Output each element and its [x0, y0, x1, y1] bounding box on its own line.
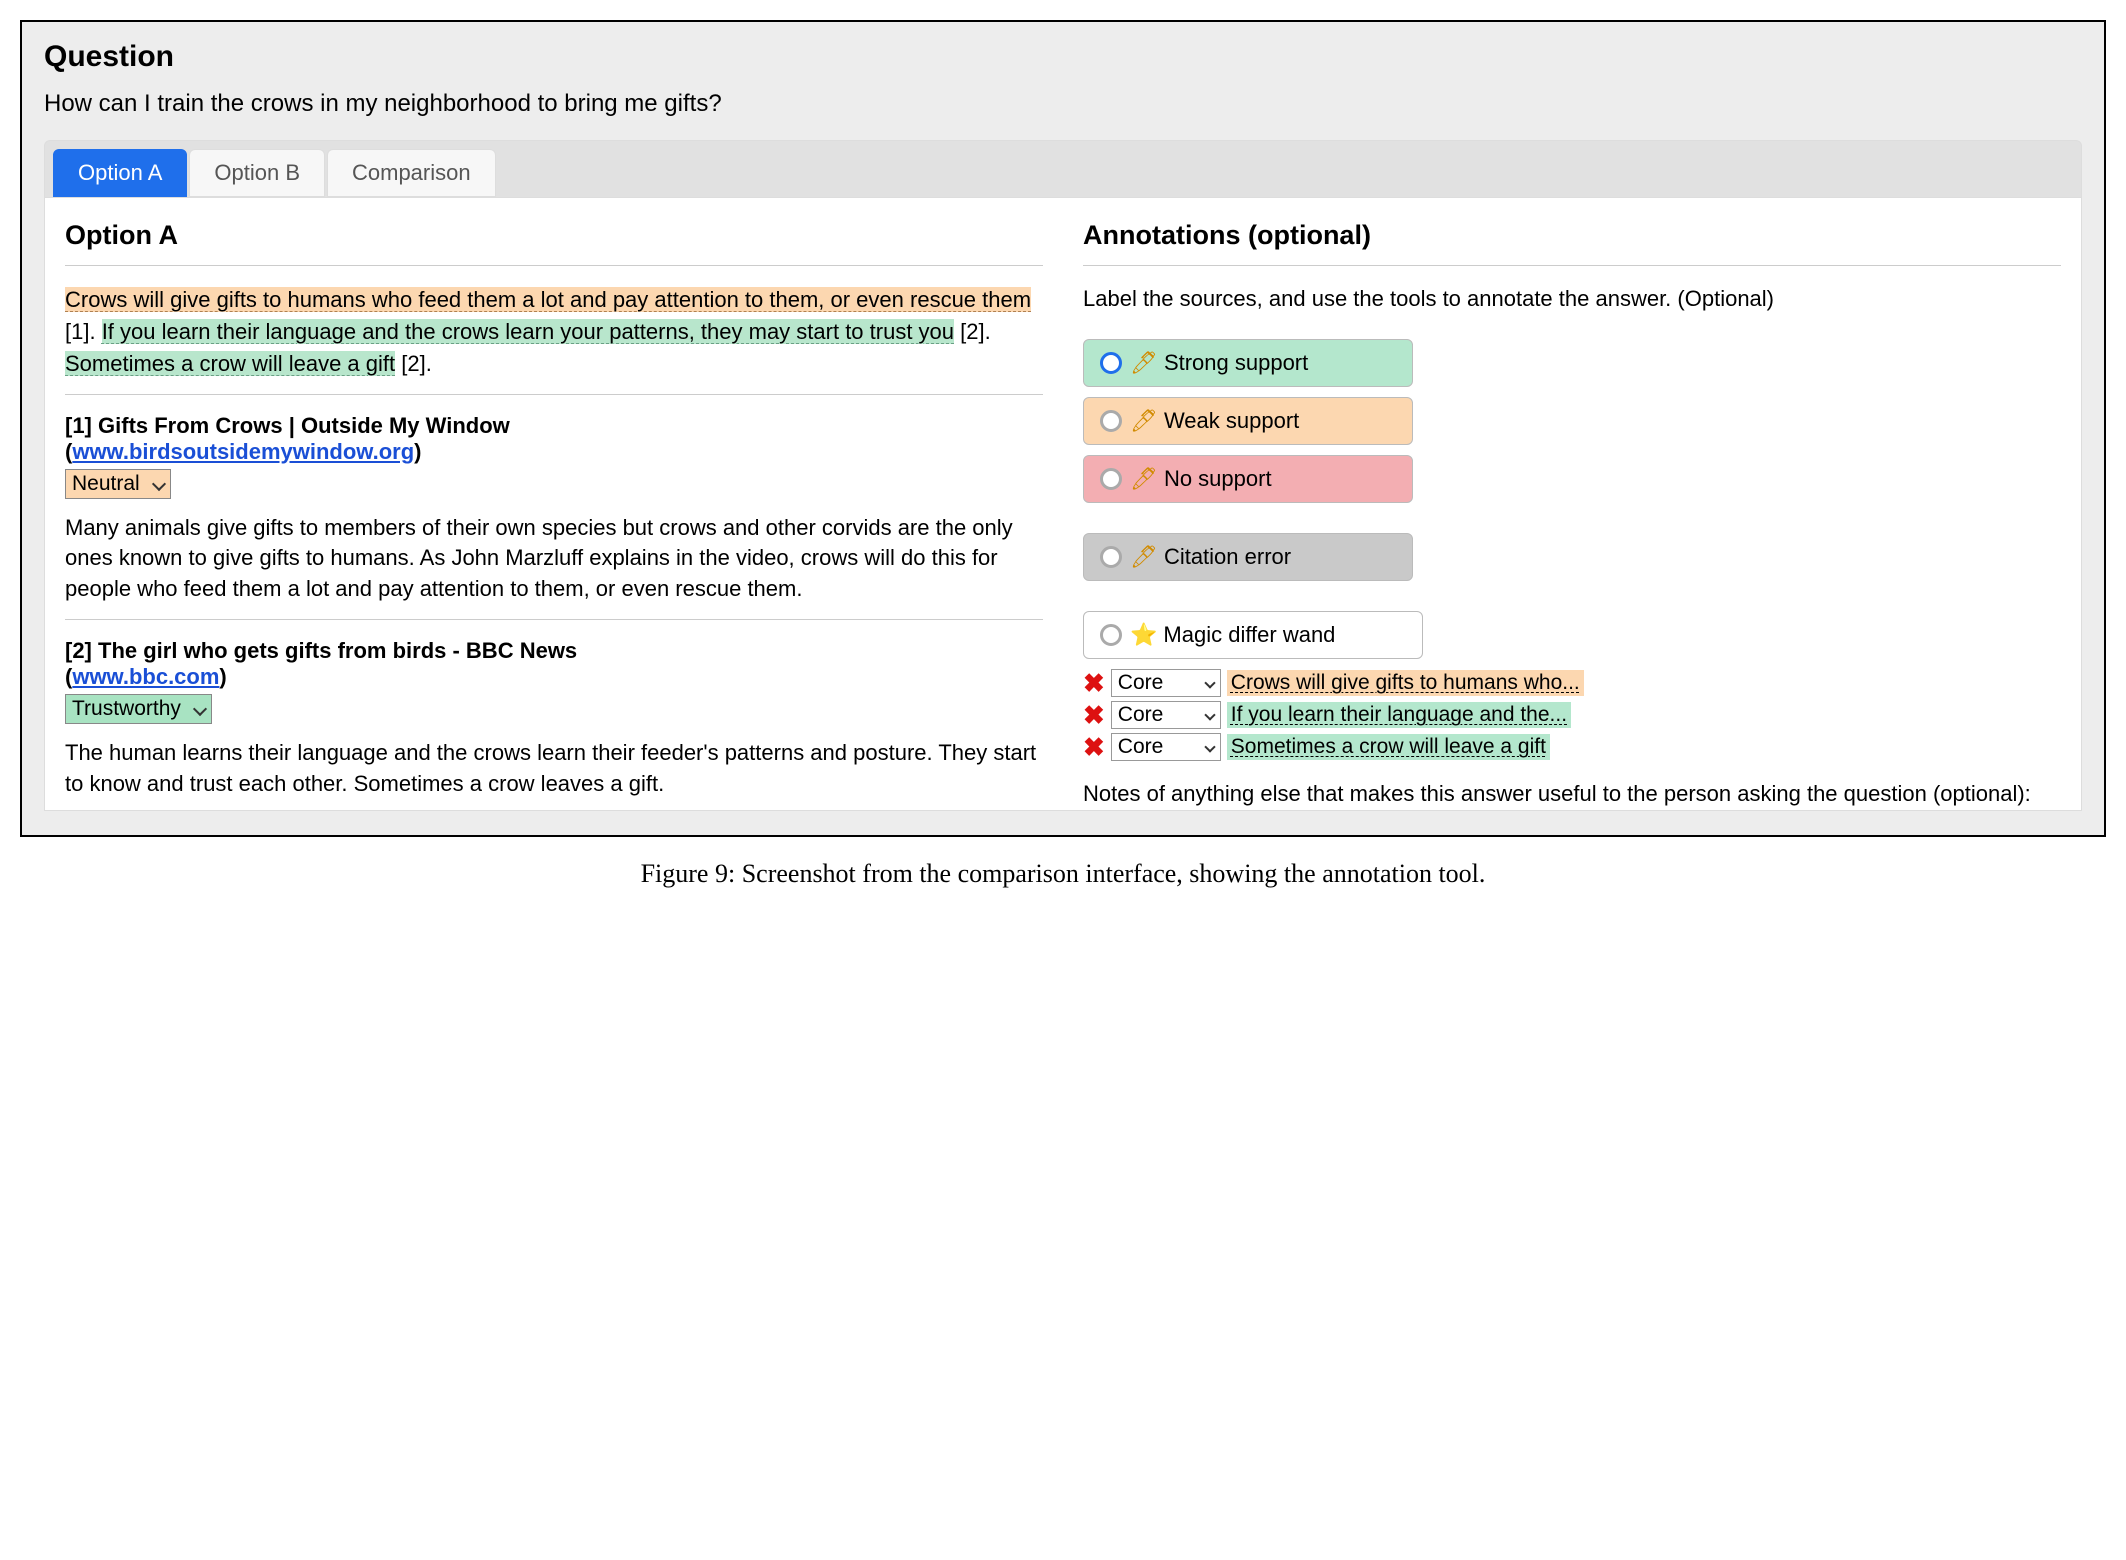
- citation-1-rating-label: Neutral: [72, 472, 140, 496]
- annotation-item-2: ✖ Core If you learn their language and t…: [1083, 701, 2061, 729]
- annotations-description: Label the sources, and use the tools to …: [1083, 284, 2061, 315]
- annotations-column: Annotations (optional) Label the sources…: [1083, 220, 2061, 810]
- annotation-option-strong-support[interactable]: 🖊 Strong support: [1083, 339, 1413, 387]
- citation-1-excerpt: Many animals give gifts to members of th…: [65, 513, 1043, 605]
- notes-label: Notes of anything else that makes this a…: [1083, 779, 2061, 810]
- citation-2-rating-label: Trustworthy: [72, 697, 181, 721]
- answer-segment-3[interactable]: Sometimes a crow will leave a gift: [65, 351, 395, 376]
- radio-icon: [1100, 352, 1122, 374]
- remove-annotation-button[interactable]: ✖: [1083, 670, 1105, 696]
- annotation-item-3: ✖ Core Sometimes a crow will leave a gif…: [1083, 733, 2061, 761]
- paren-close: ): [219, 664, 226, 689]
- radio-icon: [1100, 410, 1122, 432]
- magic-differ-label: Magic differ wand: [1163, 622, 1335, 648]
- citation-1-title: [1] Gifts From Crows | Outside My Window…: [65, 413, 1043, 465]
- citation-1-name: Gifts From Crows | Outside My Window: [98, 413, 510, 438]
- figure-caption: Figure 9: Screenshot from the comparison…: [20, 859, 2106, 889]
- radio-icon: [1100, 468, 1122, 490]
- chevron-down-icon: [193, 702, 207, 716]
- citation-1-link[interactable]: www.birdsoutsidemywindow.org: [72, 439, 414, 464]
- question-text: How can I train the crows in my neighbor…: [44, 90, 2082, 118]
- remove-annotation-button[interactable]: ✖: [1083, 734, 1105, 760]
- tab-option-b[interactable]: Option B: [189, 149, 325, 197]
- annotation-item-1: ✖ Core Crows will give gifts to humans w…: [1083, 669, 2061, 697]
- divider: [65, 265, 1043, 266]
- highlighter-icon: 🖊: [1130, 544, 1158, 570]
- divider: [65, 394, 1043, 395]
- annotation-preview-3[interactable]: Sometimes a crow will leave a gift: [1227, 734, 1550, 760]
- chevron-down-icon: [1204, 709, 1215, 720]
- annotation-type-label: Core: [1118, 671, 1164, 695]
- ref-2: [2].: [954, 319, 991, 344]
- annotation-option-label: Strong support: [1164, 350, 1308, 376]
- annotation-type-label: Core: [1118, 703, 1164, 727]
- answer-segment-2[interactable]: If you learn their language and the crow…: [102, 319, 954, 344]
- tabs-row: Option A Option B Comparison: [53, 149, 2073, 197]
- tab-option-a[interactable]: Option A: [53, 149, 187, 197]
- divider: [1083, 265, 2061, 266]
- star-icon: ⭐: [1130, 622, 1157, 648]
- question-heading: Question: [44, 40, 2082, 74]
- annotations-heading: Annotations (optional): [1083, 220, 2061, 251]
- highlighter-icon: 🖊: [1130, 408, 1158, 434]
- answer-body: Crows will give gifts to humans who feed…: [65, 284, 1043, 380]
- annotation-preview-1[interactable]: Crows will give gifts to humans who...: [1227, 670, 1584, 696]
- annotation-preview-2[interactable]: If you learn their language and the...: [1227, 702, 1571, 728]
- annotation-option-label: No support: [1164, 466, 1272, 492]
- annotation-option-label: Citation error: [1164, 544, 1291, 570]
- radio-icon: [1100, 624, 1122, 646]
- option-a-column: Option A Crows will give gifts to humans…: [65, 220, 1043, 810]
- interface-frame: Question How can I train the crows in my…: [20, 20, 2106, 837]
- annotation-type-label: Core: [1118, 735, 1164, 759]
- citation-2-num: [2]: [65, 638, 92, 663]
- chevron-down-icon: [1204, 741, 1215, 752]
- remove-annotation-button[interactable]: ✖: [1083, 702, 1105, 728]
- citation-2-link[interactable]: www.bbc.com: [72, 664, 219, 689]
- magic-differ-wand-row[interactable]: ⭐ Magic differ wand: [1083, 611, 1423, 659]
- annotation-type-select[interactable]: Core: [1111, 669, 1221, 697]
- citation-1-rating-select[interactable]: Neutral: [65, 469, 171, 499]
- citation-1-num: [1]: [65, 413, 92, 438]
- tabs-container: Option A Option B Comparison: [44, 140, 2082, 198]
- annotation-option-weak-support[interactable]: 🖊 Weak support: [1083, 397, 1413, 445]
- tab-comparison[interactable]: Comparison: [327, 149, 496, 197]
- paren-close: ): [414, 439, 421, 464]
- citation-2-excerpt: The human learns their language and the …: [65, 738, 1043, 800]
- ref-1: [1].: [65, 319, 102, 344]
- chevron-down-icon: [1204, 677, 1215, 688]
- citation-2-name: The girl who gets gifts from birds - BBC…: [98, 638, 577, 663]
- content-area: Option A Crows will give gifts to humans…: [44, 198, 2082, 811]
- radio-icon: [1100, 546, 1122, 568]
- citation-2-rating-select[interactable]: Trustworthy: [65, 694, 212, 724]
- highlighter-icon: 🖊: [1130, 350, 1158, 376]
- citation-2-title: [2] The girl who gets gifts from birds -…: [65, 638, 1043, 690]
- annotation-type-select[interactable]: Core: [1111, 733, 1221, 761]
- ref-3: [2].: [395, 351, 432, 376]
- annotation-option-no-support[interactable]: 🖊 No support: [1083, 455, 1413, 503]
- annotation-option-label: Weak support: [1164, 408, 1299, 434]
- chevron-down-icon: [152, 477, 166, 491]
- highlighter-icon: 🖊: [1130, 466, 1158, 492]
- annotation-option-citation-error[interactable]: 🖊 Citation error: [1083, 533, 1413, 581]
- annotation-type-select[interactable]: Core: [1111, 701, 1221, 729]
- divider: [65, 619, 1043, 620]
- option-a-heading: Option A: [65, 220, 1043, 251]
- answer-segment-1[interactable]: Crows will give gifts to humans who feed…: [65, 287, 1031, 312]
